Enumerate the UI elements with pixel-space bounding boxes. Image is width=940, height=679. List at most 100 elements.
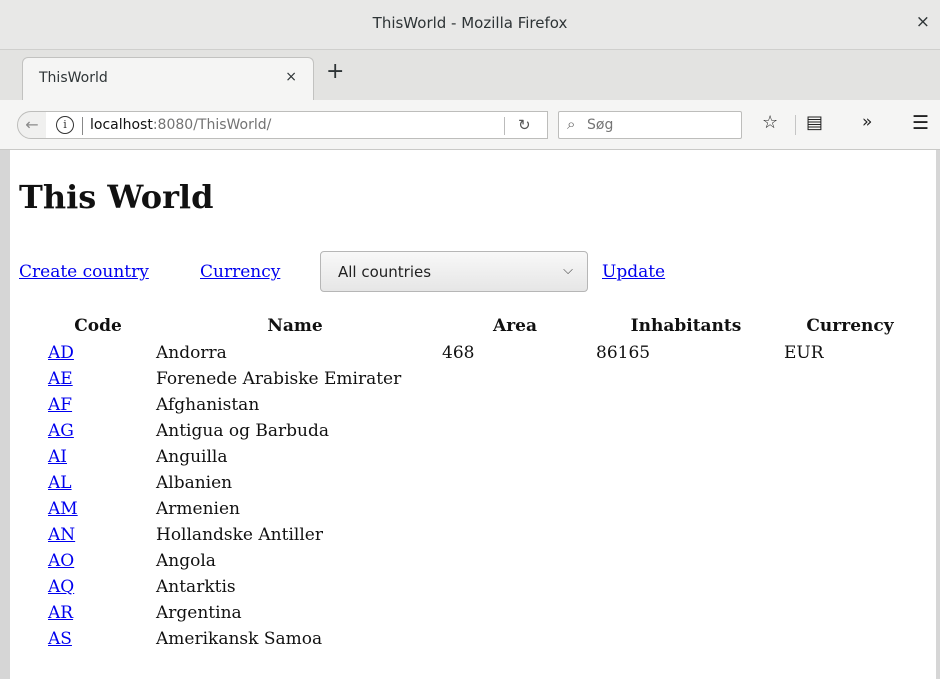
country-filter-select[interactable]: All countries ⌵ [320,251,588,292]
name-cell: Argentina [156,603,242,623]
header-inhabitants: Inhabitants [630,316,742,336]
inhabitants-cell [592,392,780,418]
code-cell: AQ [40,574,152,600]
table-row: AD Andorra 468 86165 EUR [40,340,920,366]
name-cell: Albanien [156,473,233,493]
area-cell [438,418,592,444]
area-cell [438,470,592,496]
update-link[interactable]: Update [602,262,665,282]
bookmark-star-icon[interactable]: ☆ [762,112,778,133]
table-row: AI Anguilla [40,444,920,470]
country-code-link[interactable]: AI [48,447,67,467]
country-code-link[interactable]: AN [48,525,75,545]
search-icon: ⌕ [567,115,576,133]
window-title: ThisWorld - Mozilla Firefox [372,14,568,32]
area-cell [438,366,592,392]
overflow-chevron-icon[interactable]: » [862,112,872,132]
currency-cell [780,600,920,626]
country-code-link[interactable]: AE [48,369,73,389]
code-cell: AL [40,470,152,496]
currency-cell: EUR [784,343,824,363]
area-cell [438,574,592,600]
area-cell: 468 [442,343,475,363]
reload-icon[interactable]: ↻ [518,116,531,134]
name-cell: Hollandske Antiller [156,525,323,545]
inhabitants-cell [592,496,780,522]
code-cell: AR [40,600,152,626]
country-code-link[interactable]: AO [48,551,74,571]
name-cell: Antigua og Barbuda [156,421,329,441]
area-cell [438,496,592,522]
address-url[interactable]: localhost:8080/ThisWorld/ [90,117,271,133]
window-close-button[interactable]: × [916,12,930,32]
currency-cell [780,392,920,418]
name-cell: Afghanistan [156,395,260,415]
country-code-link[interactable]: AD [48,343,74,363]
reload-separator [504,117,505,135]
back-button[interactable]: ← [17,111,47,139]
code-cell: AO [40,548,152,574]
table-row: AQ Antarktis [40,574,920,600]
currency-cell [780,626,920,652]
currency-cell [780,548,920,574]
tab-thisworld[interactable]: ThisWorld × [22,57,314,100]
currency-cell [780,496,920,522]
table-row: AO Angola [40,548,920,574]
area-cell [438,600,592,626]
code-cell: AF [40,392,152,418]
country-code-link[interactable]: AS [48,629,72,649]
inhabitants-cell [592,444,780,470]
country-code-link[interactable]: AL [48,473,72,493]
address-separator [82,117,83,135]
inhabitants-cell [592,418,780,444]
table-header-row: Code Name Area Inhabitants Currency [40,316,920,340]
country-code-link[interactable]: AG [48,421,74,441]
header-area: Area [493,316,537,336]
name-cell: Anguilla [156,447,228,467]
new-tab-button[interactable]: + [326,61,344,83]
inhabitants-cell: 86165 [596,343,651,363]
table-row: AR Argentina [40,600,920,626]
header-code: Code [74,316,122,336]
table-row: AS Amerikansk Samoa [40,626,920,652]
search-input[interactable] [587,115,737,135]
inhabitants-cell [592,626,780,652]
navigation-toolbar: ← i localhost:8080/ThisWorld/ ↻ ⌕ ☆ ▤ » … [0,100,940,150]
currency-cell [780,522,920,548]
search-bar[interactable]: ⌕ [558,111,742,139]
table-row: AL Albanien [40,470,920,496]
inhabitants-cell [592,574,780,600]
area-cell [438,444,592,470]
name-cell: Angola [156,551,216,571]
back-arrow-icon: ← [25,115,39,134]
inhabitants-cell [592,600,780,626]
table-row: AE Forenede Arabiske Emirater [40,366,920,392]
hamburger-menu-icon[interactable]: ☰ [912,112,929,134]
currency-cell [780,574,920,600]
code-cell: AI [40,444,152,470]
area-cell [438,626,592,652]
code-cell: AE [40,366,152,392]
area-cell [438,548,592,574]
table-body: AD Andorra 468 86165 EUR AE Forenede Arabiske … [40,340,920,652]
tab-strip: ThisWorld × + [0,50,940,100]
tab-close-icon[interactable]: × [285,69,297,85]
chevron-down-icon: ⌵ [563,263,573,278]
country-code-link[interactable]: AM [48,499,78,519]
country-code-link[interactable]: AR [48,603,73,623]
url-host: localhost [90,117,153,133]
code-cell: AM [40,496,152,522]
header-name: Name [267,316,323,336]
library-icon[interactable]: ▤ [806,112,823,133]
name-cell: Armenien [156,499,240,519]
country-code-link[interactable]: AQ [48,577,74,597]
address-bar[interactable]: i localhost:8080/ThisWorld/ ↻ [46,111,548,139]
name-cell: Antarktis [156,577,236,597]
currency-link[interactable]: Currency [200,262,280,282]
create-country-link[interactable]: Create country [19,262,149,282]
info-icon[interactable]: i [56,116,74,134]
country-code-link[interactable]: AF [48,395,72,415]
table-row: AF Afghanistan [40,392,920,418]
area-cell [438,392,592,418]
table-row: AG Antigua og Barbuda [40,418,920,444]
